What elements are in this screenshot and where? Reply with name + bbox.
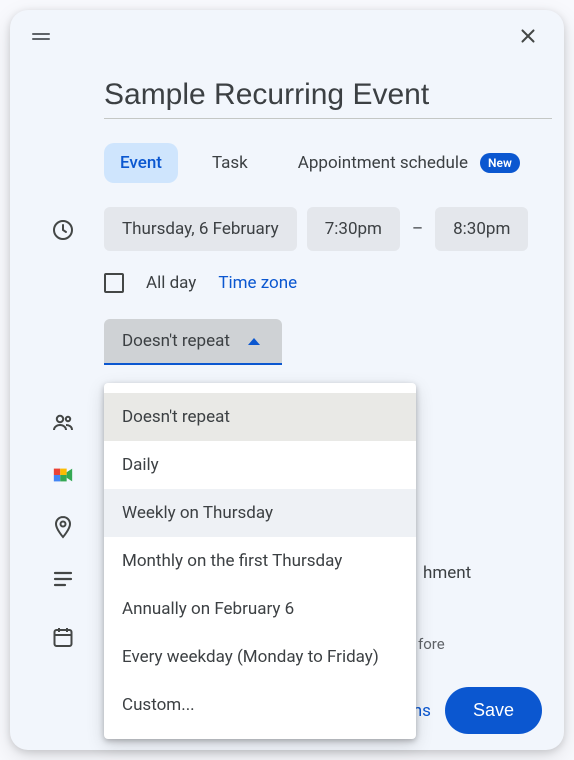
datetime-row: Thursday, 6 February 7:30pm – 8:30pm [10,207,564,251]
dialog-footer: ns Save [413,687,542,734]
date-chip[interactable]: Thursday, 6 February [104,207,297,251]
guests-icon [50,410,76,436]
all-day-checkbox[interactable] [104,273,124,293]
new-badge: New [480,153,520,173]
tab-appointment-schedule[interactable]: Appointment schedule New [282,143,536,183]
end-time-chip[interactable]: 8:30pm [435,207,528,251]
start-time-chip[interactable]: 7:30pm [307,207,400,251]
dialog-topbar [10,10,564,56]
event-create-dialog: Event Task Appointment schedule New Thur… [10,10,564,750]
recurrence-select-value: Doesn't repeat [122,331,230,351]
recurrence-option-custom[interactable]: Custom... [104,681,416,729]
recurrence-option-every-weekday[interactable]: Every weekday (Monday to Friday) [104,633,416,681]
event-title-input[interactable] [104,78,552,119]
recurrence-select[interactable]: Doesn't repeat [104,319,282,365]
chevron-up-icon [248,338,260,345]
entry-type-tabs: Event Task Appointment schedule New [104,143,564,183]
clock-icon [50,217,76,243]
tab-task[interactable]: Task [196,143,264,183]
recurrence-option-weekly[interactable]: Weekly on Thursday [104,489,416,537]
attachment-text-peek: hment [423,563,471,583]
close-icon [517,25,539,47]
drag-handle-icon[interactable] [32,25,54,47]
notification-text-peek: fore [418,635,445,653]
close-button[interactable] [508,16,548,56]
recurrence-option-doesnt-repeat[interactable]: Doesn't repeat [104,393,416,441]
all-day-label: All day [146,273,196,293]
location-icon [50,514,76,540]
tab-event[interactable]: Event [104,143,178,183]
recurrence-option-monthly[interactable]: Monthly on the first Thursday [104,537,416,585]
recurrence-dropdown: Doesn't repeat Daily Weekly on Thursday … [104,383,416,739]
time-range-separator: – [410,219,425,239]
time-zone-link[interactable]: Time zone [218,273,297,293]
save-button[interactable]: Save [445,687,542,734]
meet-icon [50,462,76,488]
tab-appointment-label: Appointment schedule [298,153,468,173]
recurrence-option-annually[interactable]: Annually on February 6 [104,585,416,633]
calendar-icon [50,624,76,650]
recurrence-option-daily[interactable]: Daily [104,441,416,489]
allday-row: All day Time zone [10,273,564,293]
description-icon [50,566,76,592]
